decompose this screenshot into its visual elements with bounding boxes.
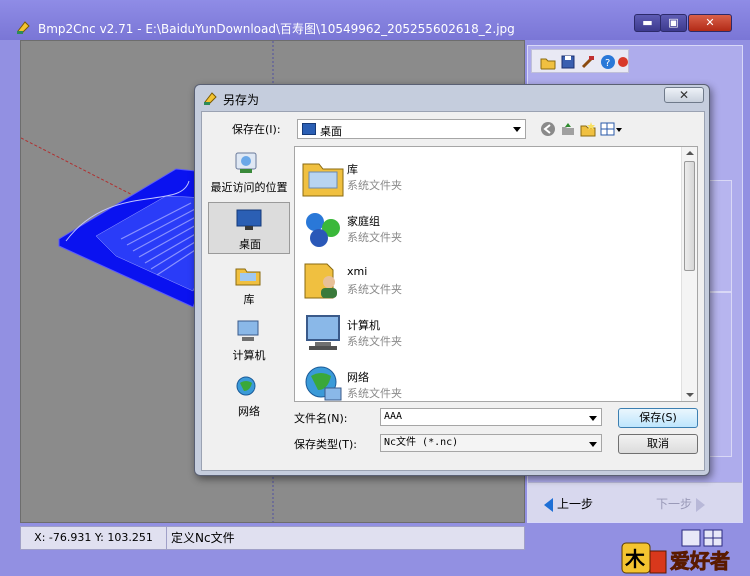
list-item[interactable]: 家庭组 系统文件夹: [299, 203, 679, 253]
back-arrow-icon: [544, 497, 553, 512]
filename-input[interactable]: AAA: [380, 408, 602, 426]
up-folder-icon[interactable]: [560, 121, 576, 137]
list-item[interactable]: xmi 系统文件夹: [299, 255, 679, 305]
next-step-button[interactable]: 下一步: [656, 495, 706, 512]
status-message: 定义Nc文件: [171, 531, 235, 545]
open-icon[interactable]: [540, 54, 556, 70]
file-type: 系统文件夹: [347, 231, 402, 244]
save-in-dropdown[interactable]: 桌面: [297, 119, 526, 139]
save-in-label: 保存在(I):: [232, 123, 281, 136]
file-type: 系统文件夹: [347, 335, 402, 348]
chevron-down-icon: [513, 127, 521, 132]
prev-step-button[interactable]: 上一步: [544, 495, 593, 512]
close-icon[interactable]: [618, 54, 628, 70]
place-network[interactable]: 网络: [208, 370, 290, 422]
file-list-scrollbar[interactable]: [681, 147, 697, 401]
watermark-logo: 木 爱好者: [621, 542, 730, 574]
tool-icon[interactable]: [580, 54, 596, 70]
file-name: 计算机: [347, 319, 380, 332]
place-label: 库: [243, 293, 255, 306]
save-button[interactable]: 保存(S): [618, 408, 698, 428]
close-button[interactable]: ✕: [688, 14, 732, 32]
title-bar: Bmp2Cnc v2.71 - E:\BaiduYunDownload\百寿图\…: [0, 0, 750, 40]
dialog-app-icon: [204, 92, 217, 105]
place-label: 计算机: [232, 349, 266, 362]
file-name: 家庭组: [347, 215, 380, 228]
chevron-down-icon[interactable]: [589, 416, 597, 421]
places-bar: 最近访问的位置 桌面 库 计算机 网络: [208, 146, 290, 420]
app-icon: [17, 21, 30, 34]
libraries-icon: [235, 268, 261, 286]
cursor-coordinates: X: -76.931 Y: 103.251: [21, 527, 167, 549]
file-name: xmi: [347, 265, 368, 278]
file-type: 系统文件夹: [347, 283, 402, 296]
dialog-body: 保存在(I): 桌面 最近访问的位置 桌面 库 计算机 网络 库 系统文件夹 家…: [201, 111, 705, 471]
place-label: 最近访问的位置: [210, 181, 288, 194]
wizard-nav: 上一步 下一步: [528, 482, 742, 522]
desktop-icon: [302, 123, 316, 135]
help-icon[interactable]: ?: [600, 54, 616, 70]
file-type: 系统文件夹: [347, 179, 402, 192]
computer-icon: [237, 320, 259, 341]
filetype-label: 保存类型(T):: [294, 438, 358, 451]
filetype-value: Nc文件 (*.nc): [384, 437, 459, 448]
place-label: 桌面: [239, 238, 261, 251]
network-icon: [236, 376, 256, 396]
file-name: 网络: [347, 371, 369, 384]
file-name: 库: [347, 163, 358, 176]
scroll-thumb[interactable]: [684, 161, 695, 271]
place-label: 网络: [238, 405, 260, 418]
svg-text:木: 木: [624, 547, 646, 571]
desktop-icon: [236, 209, 262, 230]
network-icon: [305, 366, 342, 401]
svg-text:爱好者: 爱好者: [670, 549, 730, 573]
scroll-down-icon[interactable]: [686, 393, 694, 397]
file-type: 系统文件夹: [347, 387, 402, 400]
panel-toolbar: ?: [531, 49, 629, 73]
user-folder-icon: [304, 263, 337, 299]
libraries-icon: [302, 163, 344, 197]
place-computer[interactable]: 计算机: [208, 314, 290, 366]
minimize-button[interactable]: ▬: [634, 14, 661, 32]
scroll-up-icon[interactable]: [686, 151, 694, 155]
list-item[interactable]: 计算机 系统文件夹: [299, 307, 679, 357]
chevron-down-icon: [589, 442, 597, 447]
file-list[interactable]: 库 系统文件夹 家庭组 系统文件夹 xmi 系统文件夹 计算机 系统文件夹 网络…: [294, 146, 698, 402]
save-in-value: 桌面: [320, 125, 342, 138]
cancel-button[interactable]: 取消: [618, 434, 698, 454]
dialog-title: 另存为: [223, 93, 260, 107]
save-as-dialog: 另存为 ✕ 保存在(I): 桌面 最近访问的位置 桌面 库 计算机 网络 库 系…: [194, 84, 710, 476]
recent-places-icon: [235, 152, 257, 173]
new-folder-icon[interactable]: [580, 121, 596, 137]
filetype-dropdown[interactable]: Nc文件 (*.nc): [380, 434, 602, 452]
place-recent[interactable]: 最近访问的位置: [208, 146, 290, 198]
prev-step-label: 上一步: [557, 497, 594, 511]
save-icon[interactable]: [560, 54, 576, 70]
next-step-label: 下一步: [656, 497, 693, 511]
app-window: Bmp2Cnc v2.71 - E:\BaiduYunDownload\百寿图\…: [0, 0, 750, 576]
forward-arrow-icon: [696, 497, 706, 512]
status-bar: X: -76.931 Y: 103.251 定义Nc文件: [20, 526, 525, 550]
dialog-close-button[interactable]: ✕: [664, 87, 704, 103]
place-libraries[interactable]: 库: [208, 258, 290, 310]
list-item[interactable]: 库 系统文件夹: [299, 151, 679, 201]
homegroup-icon: [306, 213, 340, 247]
computer-icon: [306, 315, 340, 350]
back-icon[interactable]: [540, 121, 556, 137]
svg-text:?: ?: [605, 58, 610, 69]
list-item[interactable]: 网络 系统文件夹: [299, 359, 679, 409]
window-title: Bmp2Cnc v2.71 - E:\BaiduYunDownload\百寿图\…: [38, 22, 515, 36]
place-desktop[interactable]: 桌面: [208, 202, 290, 254]
maximize-button[interactable]: ▣: [660, 14, 687, 32]
view-menu-icon[interactable]: [600, 121, 624, 137]
filename-value: AAA: [384, 411, 403, 422]
filename-label: 文件名(N):: [294, 412, 348, 425]
